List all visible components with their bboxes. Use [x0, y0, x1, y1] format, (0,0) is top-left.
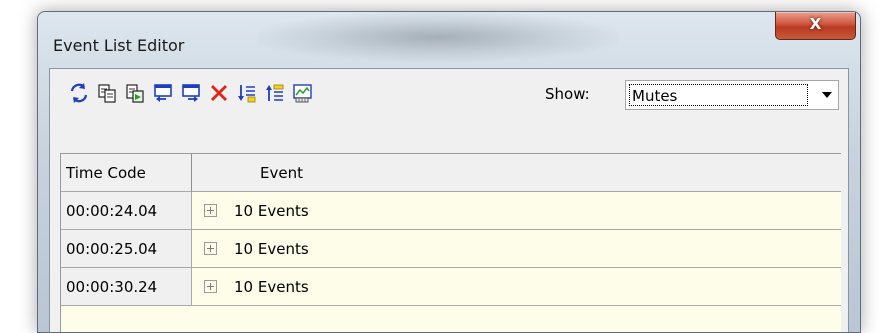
toolbar: [66, 78, 318, 108]
time-code: 00:00:25.04: [66, 240, 158, 258]
insert-after-button[interactable]: [178, 80, 204, 106]
paste-button[interactable]: [122, 80, 148, 106]
title-bar[interactable]: Event List Editor X: [38, 12, 860, 66]
event-cell[interactable]: 10 Events: [192, 268, 841, 306]
event-summary: 10 Events: [234, 240, 309, 258]
show-filter-dropdown[interactable]: Mutes: [625, 80, 839, 110]
sort-descending-button[interactable]: [234, 80, 260, 106]
sort-ascending-icon: [266, 84, 284, 101]
column-header-event[interactable]: Event: [192, 154, 841, 192]
time-code-cell[interactable]: 00:00:30.24: [61, 268, 192, 306]
insert-before-icon: [154, 84, 172, 102]
delete-button[interactable]: [206, 80, 232, 106]
event-cell[interactable]: 10 Events: [192, 230, 841, 268]
window-title: Event List Editor: [53, 36, 185, 55]
delete-icon: [211, 85, 227, 101]
expand-icon[interactable]: [204, 204, 217, 217]
copy-button[interactable]: [94, 80, 120, 106]
paste-icon: [126, 84, 144, 103]
time-code: 00:00:24.04: [66, 202, 158, 220]
header-row: Time Code Event: [61, 154, 841, 192]
table-row[interactable]: 00:00:30.24 10 Events: [61, 268, 841, 306]
copy-icon: [98, 84, 116, 103]
insert-after-icon: [182, 84, 200, 102]
time-code-cell[interactable]: 00:00:24.04: [61, 192, 192, 230]
event-grid: Time Code Event 00:00:24.04 10 Events 00…: [60, 153, 841, 332]
refresh-button[interactable]: [66, 80, 92, 106]
show-label: Show:: [545, 85, 590, 103]
time-code-cell[interactable]: 00:00:25.04: [61, 230, 192, 268]
expand-icon[interactable]: [204, 280, 217, 293]
preview-icon: [293, 84, 312, 103]
refresh-icon: [70, 83, 88, 103]
chevron-down-icon[interactable]: [822, 92, 832, 98]
event-list-editor-window: Event List Editor X Show: Mutes Time Cod…: [37, 11, 861, 333]
column-header-label: Event: [260, 164, 303, 182]
close-button[interactable]: X: [775, 12, 856, 40]
table-row[interactable]: 00:00:24.04 10 Events: [61, 192, 841, 230]
client-area: Show: Mutes Time Code Event 00:00:24.04: [49, 68, 849, 332]
time-code: 00:00:30.24: [66, 278, 158, 296]
sort-descending-icon: [238, 85, 256, 103]
insert-before-button[interactable]: [150, 80, 176, 106]
preview-button[interactable]: [290, 80, 316, 106]
column-header-label: Time Code: [66, 164, 146, 182]
show-filter-value: Mutes: [629, 84, 808, 106]
expand-icon[interactable]: [204, 242, 217, 255]
event-summary: 10 Events: [234, 202, 309, 220]
event-summary: 10 Events: [234, 278, 309, 296]
sort-ascending-button[interactable]: [262, 80, 288, 106]
event-cell[interactable]: 10 Events: [192, 192, 841, 230]
column-header-time-code[interactable]: Time Code: [61, 154, 192, 192]
title-glare: [258, 12, 618, 62]
table-row[interactable]: 00:00:25.04 10 Events: [61, 230, 841, 268]
